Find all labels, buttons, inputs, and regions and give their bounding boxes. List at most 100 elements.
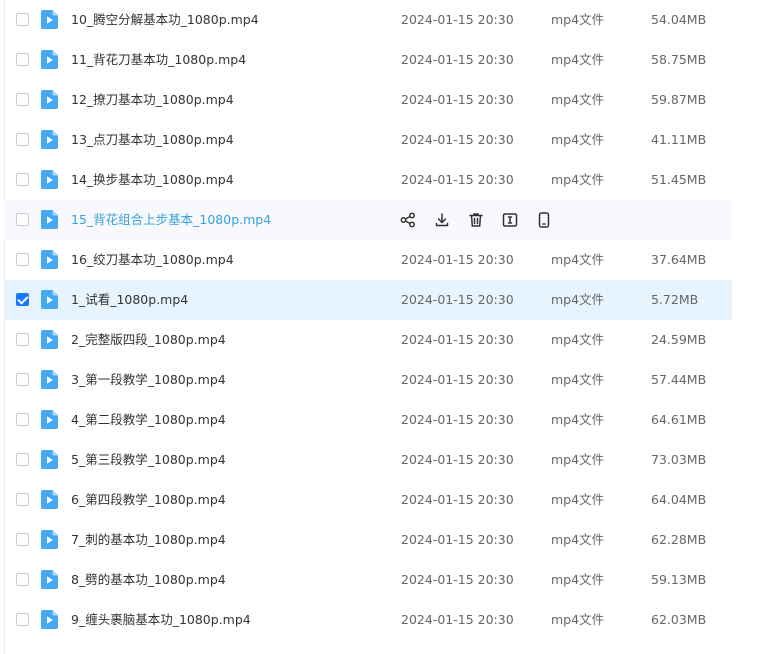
rename-icon[interactable] xyxy=(501,211,519,229)
file-name[interactable]: 15_背花组合上步基本_1080p.mp4 xyxy=(71,200,271,240)
file-name[interactable]: 13_点刀基本功_1080p.mp4 xyxy=(71,120,234,160)
file-type: mp4文件 xyxy=(551,52,605,67)
file-name[interactable]: 11_背花刀基本功_1080p.mp4 xyxy=(71,40,246,80)
file-type: mp4文件 xyxy=(551,532,605,547)
file-video-icon xyxy=(41,570,58,589)
file-name[interactable]: 4_第二段教学_1080p.mp4 xyxy=(71,400,226,440)
file-size: 62.28MB xyxy=(651,532,707,547)
file-size: 64.61MB xyxy=(651,412,707,427)
file-row[interactable]: 1_试看_1080p.mp4 2024-01-15 20:30 mp4文件 5.72M… xyxy=(4,280,732,320)
file-modified-date: 2024-01-15 20:30 xyxy=(401,412,514,427)
row-checkbox[interactable] xyxy=(16,13,29,26)
file-name[interactable]: 7_刺的基本功_1080p.mp4 xyxy=(71,520,226,560)
file-video-icon xyxy=(41,330,58,349)
file-type: mp4文件 xyxy=(551,492,605,507)
row-checkbox[interactable] xyxy=(16,373,29,386)
row-checkbox[interactable] xyxy=(16,133,29,146)
file-video-icon xyxy=(41,370,58,389)
file-name[interactable]: 16_绞刀基本功_1080p.mp4 xyxy=(71,240,234,280)
file-video-icon xyxy=(41,90,58,109)
file-name[interactable]: 12_撩刀基本功_1080p.mp4 xyxy=(71,80,234,120)
file-video-icon xyxy=(41,170,58,189)
file-type: mp4文件 xyxy=(551,132,605,147)
file-name[interactable]: 10_腾空分解基本功_1080p.mp4 xyxy=(71,0,259,40)
file-type: mp4文件 xyxy=(551,452,605,467)
row-checkbox[interactable] xyxy=(16,333,29,346)
file-row[interactable]: 2_完整版四段_1080p.mp4 2024-01-15 20:30 mp4文件 24… xyxy=(4,320,732,360)
row-checkbox[interactable] xyxy=(16,173,29,186)
file-size: 58.75MB xyxy=(651,52,707,67)
file-type: mp4文件 xyxy=(551,572,605,587)
file-row[interactable]: 14_换步基本功_1080p.mp4 2024-01-15 20:30 mp4文件 5… xyxy=(4,160,732,200)
row-checkbox[interactable] xyxy=(16,613,29,626)
file-row[interactable]: 15_背花组合上步基本_1080p.mp4 xyxy=(4,200,732,240)
file-video-icon xyxy=(41,290,58,309)
download-icon[interactable] xyxy=(433,211,451,229)
file-type: mp4文件 xyxy=(551,92,605,107)
file-video-icon xyxy=(41,130,58,149)
file-size: 64.04MB xyxy=(651,492,707,507)
file-size: 24.59MB xyxy=(651,332,707,347)
file-type: mp4文件 xyxy=(551,412,605,427)
file-name[interactable]: 3_第一段教学_1080p.mp4 xyxy=(71,360,226,400)
file-video-icon xyxy=(41,410,58,429)
file-modified-date: 2024-01-15 20:30 xyxy=(401,532,514,547)
row-checkbox[interactable] xyxy=(16,253,29,266)
row-checkbox[interactable] xyxy=(16,533,29,546)
file-size: 5.72MB xyxy=(651,292,699,307)
file-name[interactable]: 5_第三段教学_1080p.mp4 xyxy=(71,440,226,480)
file-video-icon xyxy=(41,490,58,509)
file-row[interactable]: 11_背花刀基本功_1080p.mp4 2024-01-15 20:30 mp4文件… xyxy=(4,40,732,80)
row-checkbox[interactable] xyxy=(16,573,29,586)
file-row[interactable]: 5_第三段教学_1080p.mp4 2024-01-15 20:30 mp4文件 73… xyxy=(4,440,732,480)
file-size: 73.03MB xyxy=(651,452,707,467)
share-icon[interactable] xyxy=(399,211,417,229)
file-name[interactable]: 14_换步基本功_1080p.mp4 xyxy=(71,160,234,200)
file-size: 37.64MB xyxy=(651,252,707,267)
file-row[interactable]: 10_腾空分解基本功_1080p.mp4 2024-01-15 20:30 mp4文… xyxy=(4,0,732,40)
file-row[interactable]: 16_绞刀基本功_1080p.mp4 2024-01-15 20:30 mp4文件 3… xyxy=(4,240,732,280)
file-name[interactable]: 8_劈的基本功_1080p.mp4 xyxy=(71,560,226,600)
file-type: mp4文件 xyxy=(551,12,605,27)
delete-icon[interactable] xyxy=(467,211,485,229)
file-modified-date: 2024-01-15 20:30 xyxy=(401,132,514,147)
file-video-icon xyxy=(41,210,58,229)
file-modified-date: 2024-01-15 20:30 xyxy=(401,452,514,467)
row-checkbox[interactable] xyxy=(16,93,29,106)
file-modified-date: 2024-01-15 20:30 xyxy=(401,92,514,107)
row-checkbox[interactable] xyxy=(16,293,29,306)
file-row[interactable]: 3_第一段教学_1080p.mp4 2024-01-15 20:30 mp4文件 57… xyxy=(4,360,732,400)
row-checkbox[interactable] xyxy=(16,53,29,66)
file-modified-date: 2024-01-15 20:30 xyxy=(401,572,514,587)
file-row[interactable]: 12_撩刀基本功_1080p.mp4 2024-01-15 20:30 mp4文件 5… xyxy=(4,80,732,120)
file-modified-date: 2024-01-15 20:30 xyxy=(401,252,514,267)
file-row[interactable]: 6_第四段教学_1080p.mp4 2024-01-15 20:30 mp4文件 64… xyxy=(4,480,732,520)
file-row[interactable]: 4_第二段教学_1080p.mp4 2024-01-15 20:30 mp4文件 64… xyxy=(4,400,732,440)
row-checkbox[interactable] xyxy=(16,413,29,426)
file-modified-date: 2024-01-15 20:30 xyxy=(401,292,514,307)
file-name[interactable]: 9_缠头裹脑基本功_1080p.mp4 xyxy=(71,600,251,640)
file-name[interactable]: 6_第四段教学_1080p.mp4 xyxy=(71,480,226,520)
file-name[interactable]: 2_完整版四段_1080p.mp4 xyxy=(71,320,226,360)
file-size: 59.13MB xyxy=(651,572,707,587)
row-checkbox[interactable] xyxy=(16,213,29,226)
file-video-icon xyxy=(41,610,58,629)
file-row[interactable]: 13_点刀基本功_1080p.mp4 2024-01-15 20:30 mp4文件 4… xyxy=(4,120,732,160)
file-modified-date: 2024-01-15 20:30 xyxy=(401,172,514,187)
file-row[interactable]: 9_缠头裹脑基本功_1080p.mp4 2024-01-15 20:30 mp4文件… xyxy=(4,600,732,640)
file-size: 59.87MB xyxy=(651,92,707,107)
file-name[interactable]: 1_试看_1080p.mp4 xyxy=(71,280,188,320)
row-checkbox[interactable] xyxy=(16,453,29,466)
mobile-icon[interactable] xyxy=(535,211,553,229)
file-video-icon xyxy=(41,450,58,469)
file-row[interactable]: 7_刺的基本功_1080p.mp4 2024-01-15 20:30 mp4文件 62… xyxy=(4,520,732,560)
file-size: 57.44MB xyxy=(651,372,707,387)
file-modified-date: 2024-01-15 20:30 xyxy=(401,372,514,387)
file-row[interactable]: 8_劈的基本功_1080p.mp4 2024-01-15 20:30 mp4文件 59… xyxy=(4,560,732,600)
file-modified-date: 2024-01-15 20:30 xyxy=(401,492,514,507)
row-checkbox[interactable] xyxy=(16,493,29,506)
file-type: mp4文件 xyxy=(551,372,605,387)
file-type: mp4文件 xyxy=(551,612,605,627)
file-modified-date: 2024-01-15 20:30 xyxy=(401,12,514,27)
file-type: mp4文件 xyxy=(551,292,605,307)
